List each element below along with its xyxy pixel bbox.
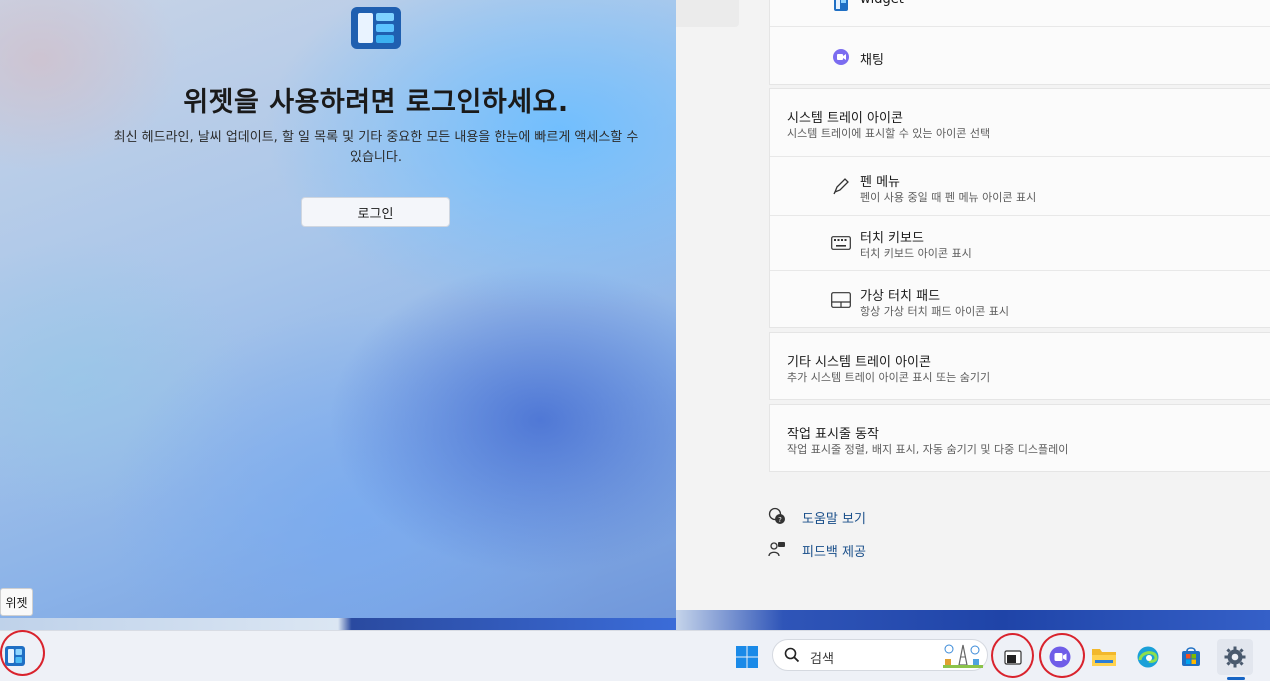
taskbar-items-card: widget 채팅 <box>769 0 1270 85</box>
settings-nav-stub <box>676 0 739 27</box>
system-tray-title: 시스템 트레이 아이콘 <box>787 111 903 126</box>
taskbar: 검색 <box>0 630 1270 681</box>
chat-icon <box>830 46 852 68</box>
touchpad-icon <box>830 289 852 311</box>
desktop-wallpaper-strip <box>0 618 676 630</box>
system-tray-header[interactable]: 시스템 트레이 아이콘 시스템 트레이에 표시할 수 있는 아이콘 선택 <box>770 89 1270 156</box>
help-icon: ? <box>766 505 788 527</box>
search-icon <box>784 647 800 667</box>
widget-icon <box>830 0 852 15</box>
search-highlight-paris-icon <box>941 643 985 673</box>
svg-text:?: ? <box>778 516 782 524</box>
settings-taskbar-button[interactable] <box>1217 639 1253 675</box>
widgets-signin-description: 최신 헤드라인, 날씨 업데이트, 할 일 목록 및 기타 중요한 모든 내용을… <box>113 130 639 165</box>
widgets-tooltip: 위젯 <box>0 588 33 616</box>
chat-row-label: 채팅 <box>860 53 884 68</box>
system-tray-icons-card: 시스템 트레이 아이콘 시스템 트레이에 표시할 수 있는 아이콘 선택 펜 메… <box>769 88 1270 328</box>
widgets-panel: 위젯을 사용하려면 로그인하세요. 최신 헤드라인, 날씨 업데이트, 할 일 … <box>0 0 676 630</box>
start-button[interactable] <box>729 639 765 675</box>
feedback-link[interactable]: 피드백 제공 <box>802 541 866 560</box>
help-link[interactable]: 도움말 보기 <box>802 508 866 527</box>
desktop-wallpaper-strip-right <box>676 610 1270 630</box>
virtual-touchpad-subtitle: 항상 가상 터치 패드 아이콘 표시 <box>860 305 1010 318</box>
search-placeholder: 검색 <box>810 652 834 667</box>
feedback-icon <box>766 538 788 560</box>
edge-browser-button[interactable] <box>1130 639 1166 675</box>
pen-icon <box>830 175 852 197</box>
keyboard-icon <box>830 232 852 254</box>
task-view-button[interactable] <box>995 639 1031 675</box>
taskbar-search-box[interactable]: 검색 <box>772 639 988 671</box>
system-tray-subtitle: 시스템 트레이에 표시할 수 있는 아이콘 선택 <box>787 127 991 140</box>
chat-taskbar-button[interactable] <box>1042 639 1078 675</box>
microsoft-store-button[interactable] <box>1173 639 1209 675</box>
active-app-indicator <box>1227 677 1245 680</box>
other-tray-title: 기타 시스템 트레이 아이콘 <box>787 355 931 370</box>
widgets-signin-button[interactable]: 로그인 <box>301 197 450 227</box>
other-tray-subtitle: 추가 시스템 트레이 아이콘 표시 또는 숨기기 <box>787 371 991 384</box>
pen-menu-subtitle: 펜이 사용 중일 때 펜 메뉴 아이콘 표시 <box>860 191 1037 204</box>
file-explorer-button[interactable] <box>1086 639 1122 675</box>
row-divider <box>770 26 1270 27</box>
taskbar-behaviors-subtitle: 작업 표시줄 정렬, 배지 표시, 자동 숨기기 및 다중 디스플레이 <box>787 443 1069 456</box>
other-tray-icons-card[interactable]: 기타 시스템 트레이 아이콘 추가 시스템 트레이 아이콘 표시 또는 숨기기 <box>769 332 1270 400</box>
widget-row-label: widget <box>860 0 904 7</box>
touch-keyboard-title: 터치 키보드 <box>860 231 924 246</box>
taskbar-behaviors-card[interactable]: 작업 표시줄 동작 작업 표시줄 정렬, 배지 표시, 자동 숨기기 및 다중 … <box>769 404 1270 472</box>
widgets-signin-title: 위젯을 사용하려면 로그인하세요. <box>183 87 569 118</box>
widgets-logo-icon <box>351 7 401 49</box>
pen-menu-row[interactable]: 펜 메뉴 펜이 사용 중일 때 펜 메뉴 아이콘 표시 <box>770 157 1270 215</box>
touch-keyboard-row[interactable]: 터치 키보드 터치 키보드 아이콘 표시 <box>770 216 1270 270</box>
widgets-taskbar-button[interactable] <box>0 638 33 674</box>
touch-keyboard-subtitle: 터치 키보드 아이콘 표시 <box>860 247 972 260</box>
virtual-touchpad-title: 가상 터치 패드 <box>860 289 941 304</box>
settings-window: widget 채팅 시스템 트레이 아이콘 시스템 트레이에 표시할 수 있는 … <box>676 0 1270 610</box>
virtual-touchpad-row[interactable]: 가상 터치 패드 항상 가상 터치 패드 아이콘 표시 <box>770 271 1270 329</box>
pen-menu-title: 펜 메뉴 <box>860 175 901 190</box>
taskbar-behaviors-title: 작업 표시줄 동작 <box>787 427 879 442</box>
